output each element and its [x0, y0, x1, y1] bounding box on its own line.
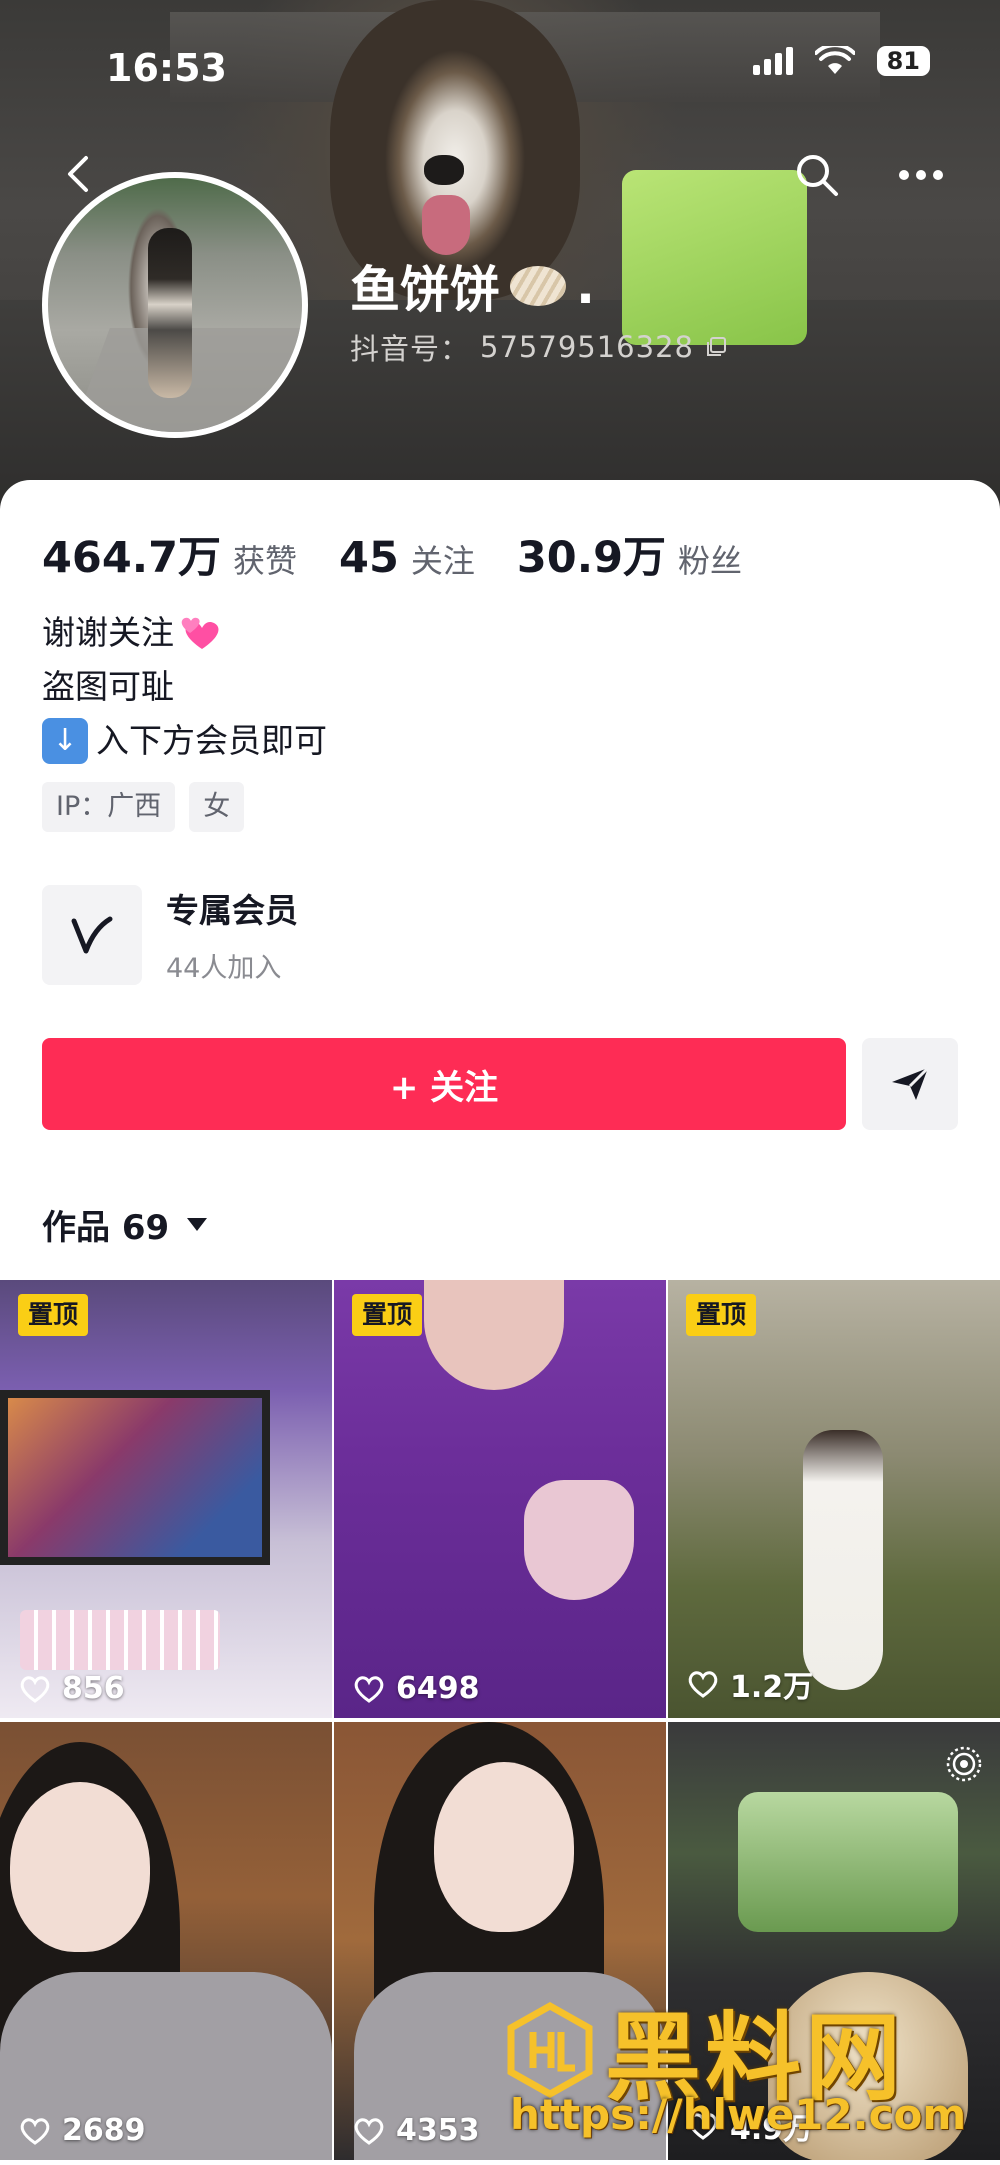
stat-likes-value: 464.7万 — [42, 533, 222, 583]
down-arrow-icon: ↓ — [42, 718, 88, 764]
signal-icon — [752, 47, 793, 75]
profile-tags: IP：广西 女 — [42, 782, 245, 832]
member-subtitle: 44人加入 — [166, 953, 282, 984]
stat-followers[interactable]: 30.9万 粉丝 — [517, 523, 742, 585]
tile-likes: 856 — [18, 1671, 125, 1706]
banner-dog-tongue — [422, 195, 470, 255]
share-icon — [892, 1066, 930, 1100]
back-icon[interactable] — [58, 152, 102, 196]
pancake-emoji-icon — [510, 266, 566, 306]
bio-line: 谢谢关注 — [42, 606, 327, 660]
member-logo — [42, 884, 142, 985]
works-tab[interactable]: 作品 69 — [42, 1200, 208, 1249]
stat-following-label: 关注 — [410, 542, 475, 580]
tile-likes: 6498 — [352, 1671, 480, 1706]
search-icon[interactable] — [794, 152, 840, 198]
douyin-id-label: 抖音号： — [350, 332, 471, 366]
pinned-badge: 置顶 — [352, 1294, 423, 1336]
tile-likes-count: 856 — [62, 1671, 125, 1706]
gender-tag: 女 — [189, 782, 245, 832]
watermark-logo-icon — [507, 2001, 593, 2098]
member-text: 专属会员 44人加入 — [166, 884, 298, 985]
banner-green-object — [622, 170, 807, 345]
heart-icon — [354, 2117, 384, 2145]
heart-icon — [354, 1675, 384, 1703]
douyin-id[interactable]: 抖音号： 57579516328 — [350, 326, 728, 368]
follow-button[interactable]: + 关注 — [42, 1038, 846, 1130]
copy-icon[interactable] — [704, 335, 728, 359]
stat-followers-label: 粉丝 — [677, 542, 742, 580]
live-photo-icon — [946, 1746, 982, 1782]
watermark-url: https://hlwe12.com — [510, 2090, 967, 2139]
heart-icon — [20, 2117, 50, 2145]
nickname-suffix: . — [576, 257, 595, 315]
tile-likes-count: 4353 — [396, 2113, 480, 2148]
video-tile[interactable]: 置顶 6498 — [334, 1280, 666, 1718]
bio: 谢谢关注 盗图可耻 ↓ 入下方会员即可 — [42, 606, 327, 768]
dropdown-arrow-icon — [187, 1218, 208, 1231]
tile-likes-count: 2689 — [62, 2113, 146, 2148]
stat-following-value: 45 — [339, 533, 399, 583]
bio-line: ↓ 入下方会员即可 — [42, 714, 327, 768]
bio-line: 盗图可耻 — [42, 660, 327, 714]
banner-dog-nose — [424, 155, 464, 185]
status-time: 16:53 — [106, 46, 227, 90]
tile-likes: 4353 — [352, 2113, 480, 2148]
video-tile[interactable]: 置顶 1.2万 — [668, 1280, 1000, 1718]
bio-line-2: 盗图可耻 — [42, 667, 174, 706]
stat-following[interactable]: 45 关注 — [339, 533, 475, 583]
tile-likes: 2689 — [18, 2113, 146, 2148]
tile-likes-count: 6498 — [396, 1671, 480, 1706]
heart-icon — [20, 1675, 50, 1703]
stat-likes[interactable]: 464.7万 获赞 — [42, 523, 297, 585]
tile-likes-count: 1.2万 — [730, 1670, 814, 1705]
two-hearts-icon — [181, 617, 219, 649]
battery-indicator: 81 — [876, 46, 930, 76]
bio-line-1: 谢谢关注 — [42, 613, 174, 652]
nickname: 鱼饼饼 . — [350, 250, 595, 322]
video-tile[interactable]: 置顶 856 — [0, 1280, 332, 1718]
heart-icon — [688, 1671, 718, 1698]
tile-likes: 1.2万 — [686, 1662, 813, 1706]
stat-likes-label: 获赞 — [233, 542, 298, 580]
works-tab-label: 作品 69 — [42, 1208, 170, 1248]
wifi-icon — [814, 46, 855, 74]
member-logo-icon — [71, 916, 113, 953]
ip-tag: IP：广西 — [42, 782, 176, 832]
share-button[interactable] — [862, 1038, 958, 1130]
profile-stats: 464.7万 获赞 45 关注 30.9万 粉丝 — [42, 523, 742, 585]
video-tile[interactable]: 2689 — [0, 1722, 332, 2160]
bio-line-3: 入下方会员即可 — [96, 721, 327, 760]
pinned-badge: 置顶 — [18, 1294, 89, 1336]
stat-followers-value: 30.9万 — [516, 533, 666, 583]
douyin-id-value: 57579516328 — [480, 330, 694, 364]
more-icon[interactable] — [898, 168, 944, 182]
exclusive-member-entry[interactable]: 专属会员 44人加入 — [42, 884, 298, 985]
nickname-text: 鱼饼饼 — [350, 261, 500, 319]
status-icons: 81 — [752, 46, 930, 76]
member-title: 专属会员 — [166, 891, 298, 930]
top-actions — [794, 152, 944, 198]
avatar[interactable] — [42, 172, 308, 438]
pinned-badge: 置顶 — [686, 1294, 757, 1336]
